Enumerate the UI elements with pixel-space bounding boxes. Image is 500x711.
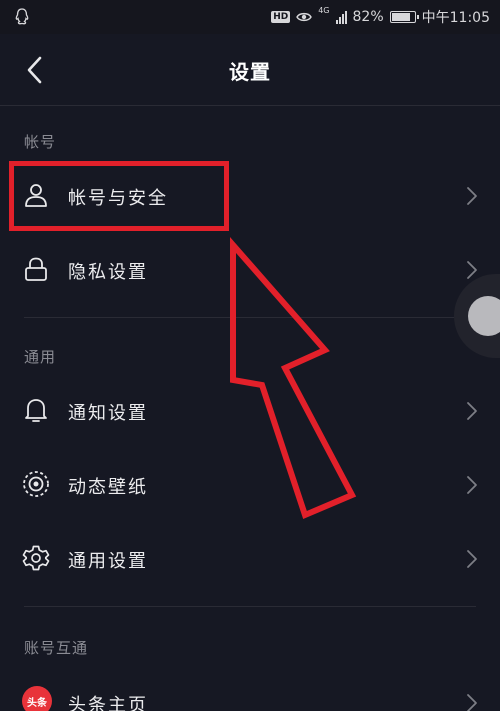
- settings-item-label: 通知设置: [68, 403, 148, 424]
- clock: 中午11:05: [421, 10, 490, 26]
- lock-icon: [25, 257, 47, 281]
- network-type: 4G: [318, 6, 330, 15]
- qq-penguin-icon: [15, 8, 29, 25]
- settings-item-notifications[interactable]: 通知设置: [0, 378, 500, 444]
- floating-ball-knob: [468, 296, 500, 336]
- section-divider: [24, 317, 476, 318]
- settings-item-general[interactable]: 通用设置: [0, 526, 500, 592]
- bell-icon: [25, 399, 47, 422]
- battery-icon: [389, 11, 419, 23]
- chevron-right-icon: [467, 402, 477, 420]
- status-indicators: HD 4G 82% 中午11:05: [271, 7, 490, 27]
- page-title: 设置: [229, 60, 271, 84]
- settings-item-label: 帐号与安全: [68, 188, 168, 209]
- chevron-right-icon: [467, 261, 477, 279]
- toutiao-logo: 头条: [22, 686, 52, 711]
- hd-badge: HD: [271, 11, 291, 23]
- section-header-general: 通用: [24, 348, 57, 366]
- settings-item-live-wallpaper[interactable]: 动态壁纸: [0, 452, 500, 518]
- nav-bar: 设置: [0, 34, 500, 106]
- battery-percent: 82%: [352, 9, 384, 25]
- chevron-right-icon: [467, 476, 477, 494]
- user-icon: [25, 184, 47, 207]
- chevron-right-icon: [467, 187, 477, 205]
- settings-item-label: 通用设置: [68, 551, 148, 572]
- settings-item-label: 动态壁纸: [68, 477, 148, 498]
- chevron-right-icon: [467, 694, 477, 711]
- settings-item-account-security[interactable]: 帐号与安全: [0, 163, 500, 229]
- live-wallpaper-icon: [23, 471, 49, 497]
- signal-icon: [335, 10, 347, 24]
- settings-item-privacy[interactable]: 隐私设置: [0, 237, 500, 303]
- gear-icon: [22, 545, 50, 571]
- section-header-account: 帐号: [24, 133, 57, 151]
- chevron-right-icon: [467, 550, 477, 568]
- settings-item-toutiao-homepage[interactable]: 头条 头条主页: [0, 670, 500, 711]
- section-divider: [24, 606, 476, 607]
- settings-item-label: 头条主页: [68, 695, 148, 711]
- eye-comfort-icon: [296, 12, 313, 22]
- annotation-arrow: [230, 237, 357, 520]
- settings-item-label: 隐私设置: [68, 262, 148, 283]
- section-header-linked-accounts: 账号互通: [24, 639, 89, 657]
- status-bar: HD 4G 82% 中午11:05: [0, 0, 500, 34]
